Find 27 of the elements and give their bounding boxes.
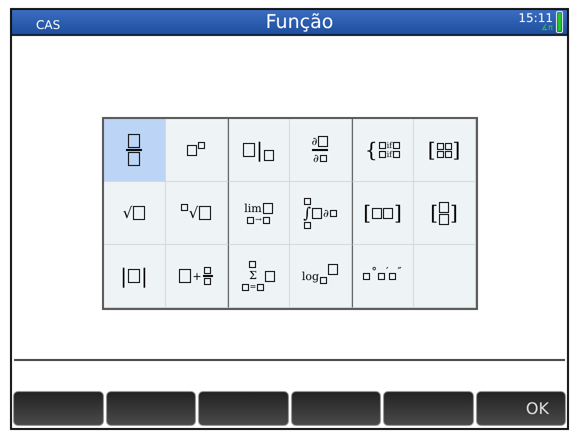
- template-button[interactable]: | |: [104, 245, 166, 308]
- softkey-button[interactable]: [290, 391, 381, 426]
- softkey-button[interactable]: [13, 391, 104, 426]
- template-button[interactable]: [ ]: [352, 182, 414, 245]
- ok-button[interactable]: OK: [476, 391, 566, 426]
- softkey-button[interactable]: [383, 391, 474, 426]
- angle-indicator: ∡π: [541, 24, 553, 32]
- template-button[interactable]: +: [166, 245, 228, 308]
- mode-label: CAS: [36, 18, 62, 34]
- template-button[interactable]: [ ]: [414, 182, 476, 245]
- template-button[interactable]: √: [166, 182, 228, 245]
- battery-icon: [556, 11, 563, 33]
- softkey-button[interactable]: [106, 391, 196, 426]
- template-button[interactable]: log: [290, 245, 352, 308]
- template-button[interactable]: ° ′ ″: [352, 245, 414, 308]
- template-button[interactable]: ∂ ∂: [290, 119, 352, 182]
- template-button[interactable]: [ ]: [414, 119, 476, 182]
- template-button[interactable]: [104, 119, 166, 182]
- softkey-button[interactable]: [198, 391, 288, 426]
- template-button[interactable]: lim →: [228, 182, 290, 245]
- template-button[interactable]: ∫ ∂: [290, 182, 352, 245]
- clock-time: 15:11: [518, 12, 553, 24]
- template-button[interactable]: Σ =: [228, 245, 290, 308]
- template-button[interactable]: |: [228, 119, 290, 182]
- template-button[interactable]: { if if: [352, 119, 414, 182]
- template-button[interactable]: √: [104, 182, 166, 245]
- window-title: Função: [266, 11, 334, 33]
